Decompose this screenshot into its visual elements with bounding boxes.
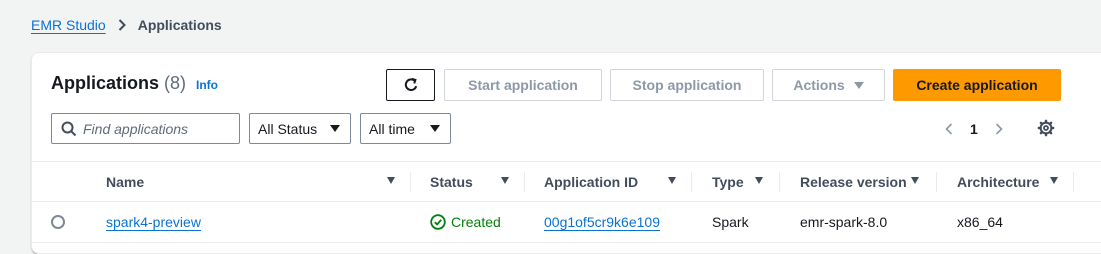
breadcrumb: EMR Studio Applications bbox=[31, 15, 222, 35]
sort-caret-icon[interactable] bbox=[755, 177, 763, 184]
pagination: 1 bbox=[943, 119, 1005, 139]
refresh-icon bbox=[403, 77, 419, 93]
table-header-row: Name Status Application ID Type Release … bbox=[32, 161, 1101, 202]
status-filter-select[interactable]: All Status bbox=[249, 113, 351, 144]
actions-label: Actions bbox=[793, 77, 845, 93]
column-divider[interactable] bbox=[1073, 172, 1074, 192]
caret-down-icon bbox=[330, 125, 340, 132]
column-header-type[interactable]: Type bbox=[712, 162, 744, 201]
status-filter-value: All Status bbox=[258, 120, 318, 137]
page-number[interactable]: 1 bbox=[970, 121, 978, 137]
chevron-right-icon bbox=[118, 19, 128, 31]
applications-table-container: Applications (8) Info Start application … bbox=[31, 52, 1101, 254]
info-link[interactable]: Info bbox=[196, 78, 218, 92]
status-cell: Created bbox=[430, 202, 501, 242]
time-filter-select[interactable]: All time bbox=[360, 113, 451, 144]
status-label: Created bbox=[451, 214, 501, 230]
breadcrumb-emr-studio[interactable]: EMR Studio bbox=[31, 17, 106, 33]
column-divider[interactable] bbox=[691, 172, 692, 192]
application-count: (8) bbox=[164, 73, 187, 93]
column-header-name[interactable]: Name bbox=[106, 162, 144, 201]
sort-caret-icon[interactable] bbox=[668, 177, 676, 184]
sort-caret-icon[interactable] bbox=[501, 177, 509, 184]
table-row[interactable]: spark4-preview Created 00g1of5cr9k6e109 … bbox=[32, 202, 1101, 243]
actions-button[interactable]: Actions bbox=[772, 69, 885, 101]
start-application-button[interactable]: Start application bbox=[444, 69, 602, 101]
search-icon bbox=[61, 121, 77, 137]
chevron-right-icon[interactable] bbox=[993, 122, 1005, 136]
sort-caret-icon[interactable] bbox=[1050, 177, 1058, 184]
chevron-left-icon[interactable] bbox=[943, 122, 955, 136]
column-divider[interactable] bbox=[779, 172, 780, 192]
create-application-button[interactable]: Create application bbox=[893, 69, 1061, 101]
column-header-architecture[interactable]: Architecture bbox=[957, 162, 1039, 201]
column-divider[interactable] bbox=[524, 172, 525, 192]
row-select-radio[interactable] bbox=[51, 215, 65, 229]
column-header-application-id[interactable]: Application ID bbox=[544, 162, 638, 201]
table-header: Applications (8) Info bbox=[51, 73, 218, 94]
caret-down-icon bbox=[430, 125, 440, 132]
column-header-release-version[interactable]: Release version bbox=[800, 162, 907, 201]
application-id-link[interactable]: 00g1of5cr9k6e109 bbox=[544, 214, 660, 230]
column-header-status[interactable]: Status bbox=[430, 162, 473, 201]
application-name-link[interactable]: spark4-preview bbox=[106, 214, 201, 230]
gear-icon[interactable] bbox=[1037, 119, 1055, 137]
refresh-button[interactable] bbox=[386, 69, 435, 101]
breadcrumb-current: Applications bbox=[137, 17, 222, 33]
page-title: Applications bbox=[51, 73, 160, 93]
sort-caret-icon[interactable] bbox=[387, 177, 395, 184]
time-filter-value: All time bbox=[369, 120, 415, 137]
stop-application-button[interactable]: Stop application bbox=[610, 69, 764, 101]
architecture-cell: x86_64 bbox=[957, 214, 1003, 230]
caret-down-icon bbox=[853, 81, 864, 89]
release-version-cell: emr-spark-8.0 bbox=[800, 214, 888, 230]
search-input[interactable] bbox=[83, 120, 233, 137]
search-field[interactable] bbox=[51, 113, 240, 144]
sort-caret-icon[interactable] bbox=[911, 177, 919, 184]
type-cell: Spark bbox=[712, 214, 749, 230]
check-circle-icon bbox=[430, 214, 446, 230]
applications-table: Name Status Application ID Type Release … bbox=[32, 161, 1101, 243]
status-indicator: Created bbox=[430, 214, 501, 230]
column-divider[interactable] bbox=[410, 172, 411, 192]
column-divider[interactable] bbox=[936, 172, 937, 192]
